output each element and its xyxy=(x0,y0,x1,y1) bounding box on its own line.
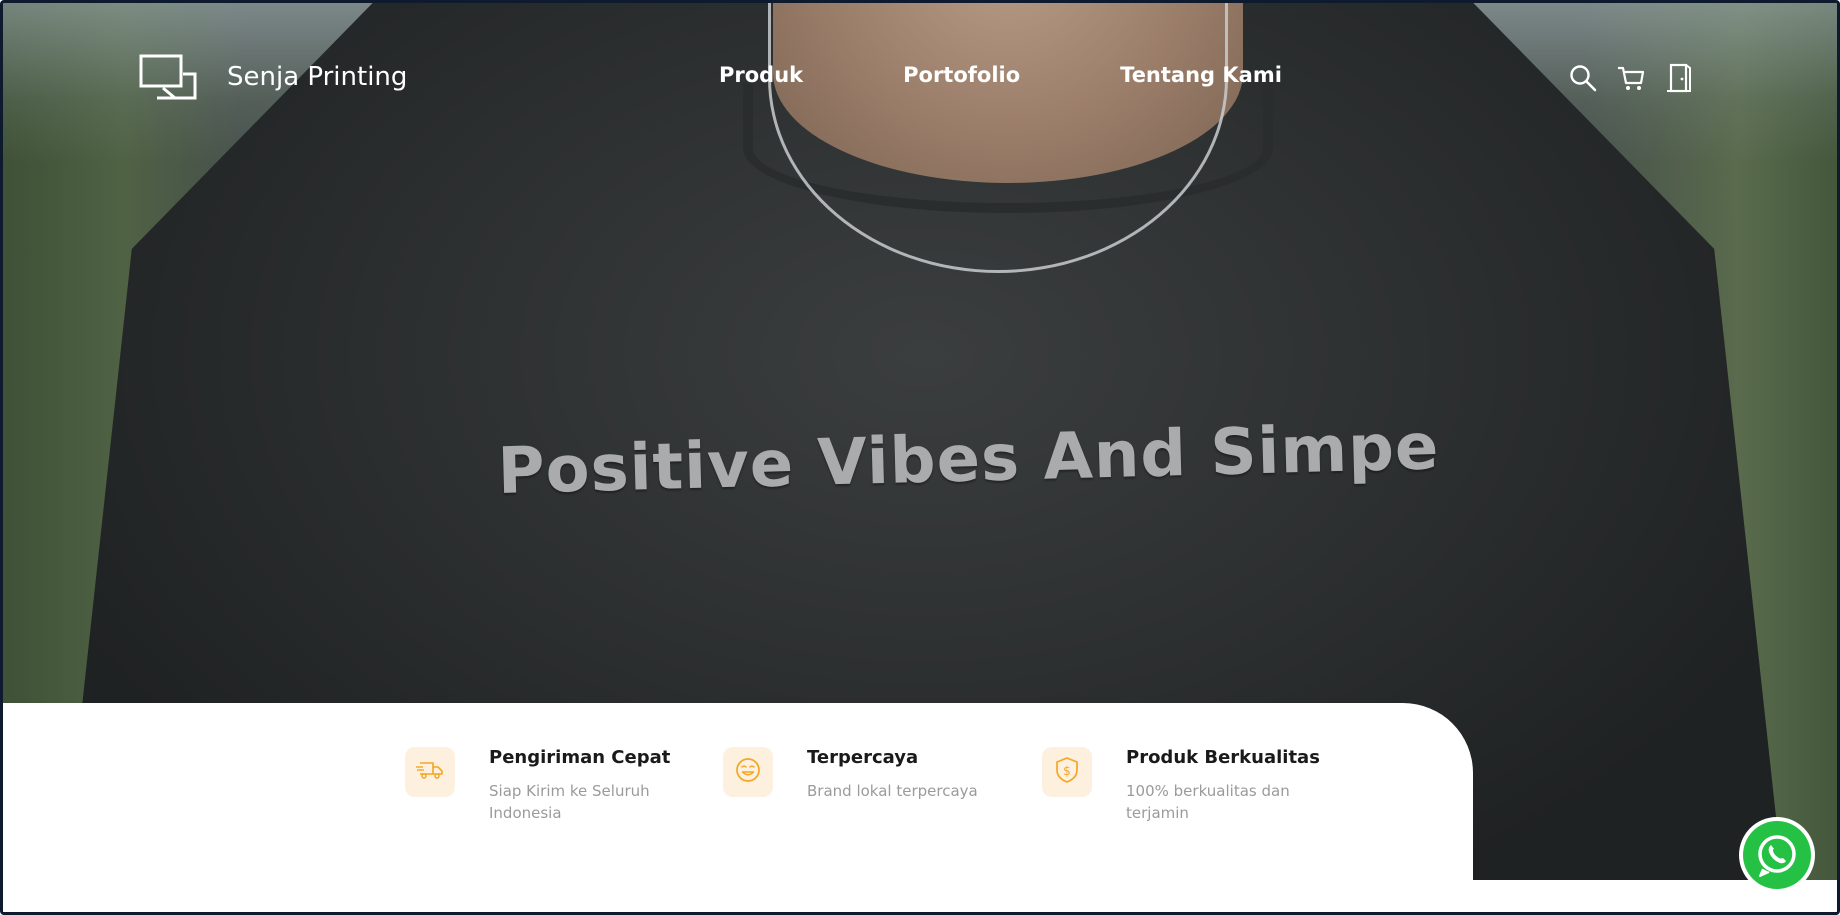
nav-link-produk[interactable]: Produk xyxy=(719,63,803,87)
feature-item-produk-berkualitas: $ Produk Berkualitas 100% berkualitas da… xyxy=(1042,747,1320,824)
feature-description: 100% berkualitas dan terjamin xyxy=(1126,782,1290,822)
search-icon[interactable] xyxy=(1569,63,1597,93)
cart-icon[interactable] xyxy=(1617,63,1645,93)
whatsapp-icon xyxy=(1743,821,1811,889)
feature-item-terpercaya: Terpercaya Brand lokal terpercaya xyxy=(723,747,997,802)
feature-icon-container xyxy=(723,747,773,797)
feature-icon-container: $ xyxy=(1042,747,1092,797)
nav-icons xyxy=(1569,63,1713,93)
brand-name: Senja Printing xyxy=(227,62,408,92)
feature-text: Terpercaya Brand lokal terpercaya xyxy=(807,747,997,802)
landing-page: Positive Vibes And Simpe Senja Printing … xyxy=(0,0,1840,915)
nav-links: Produk Portofolio Tentang Kami xyxy=(719,63,1382,87)
nav-link-portofolio[interactable]: Portofolio xyxy=(903,63,1020,87)
truck-icon xyxy=(416,760,444,785)
feature-title: Terpercaya xyxy=(807,747,919,768)
brand[interactable]: Senja Printing xyxy=(139,53,407,101)
feature-title: Pengiriman Cepat xyxy=(489,747,671,768)
feature-item-pengiriman-cepat: Pengiriman Cepat Siap Kirim ke Seluruh I… xyxy=(405,747,679,824)
smile-icon xyxy=(735,757,761,788)
shield-dollar-icon: $ xyxy=(1055,756,1079,789)
brand-logo-icon xyxy=(139,54,197,100)
svg-text:$: $ xyxy=(1063,764,1071,778)
feature-description: Siap Kirim ke Seluruh Indonesia xyxy=(489,782,650,822)
feature-title: Produk Berkualitas xyxy=(1126,747,1320,768)
navbar: Senja Printing Produk Portofolio Tentang… xyxy=(3,3,1837,153)
feature-text: Produk Berkualitas 100% berkualitas dan … xyxy=(1126,747,1320,824)
feature-icon-container xyxy=(405,747,455,797)
nav-link-tentang-kami[interactable]: Tentang Kami xyxy=(1120,63,1282,87)
door-icon[interactable] xyxy=(1665,63,1693,93)
feature-description: Brand lokal terpercaya xyxy=(807,782,978,800)
whatsapp-chat-button[interactable] xyxy=(1739,817,1815,893)
feature-text: Pengiriman Cepat Siap Kirim ke Seluruh I… xyxy=(489,747,679,824)
